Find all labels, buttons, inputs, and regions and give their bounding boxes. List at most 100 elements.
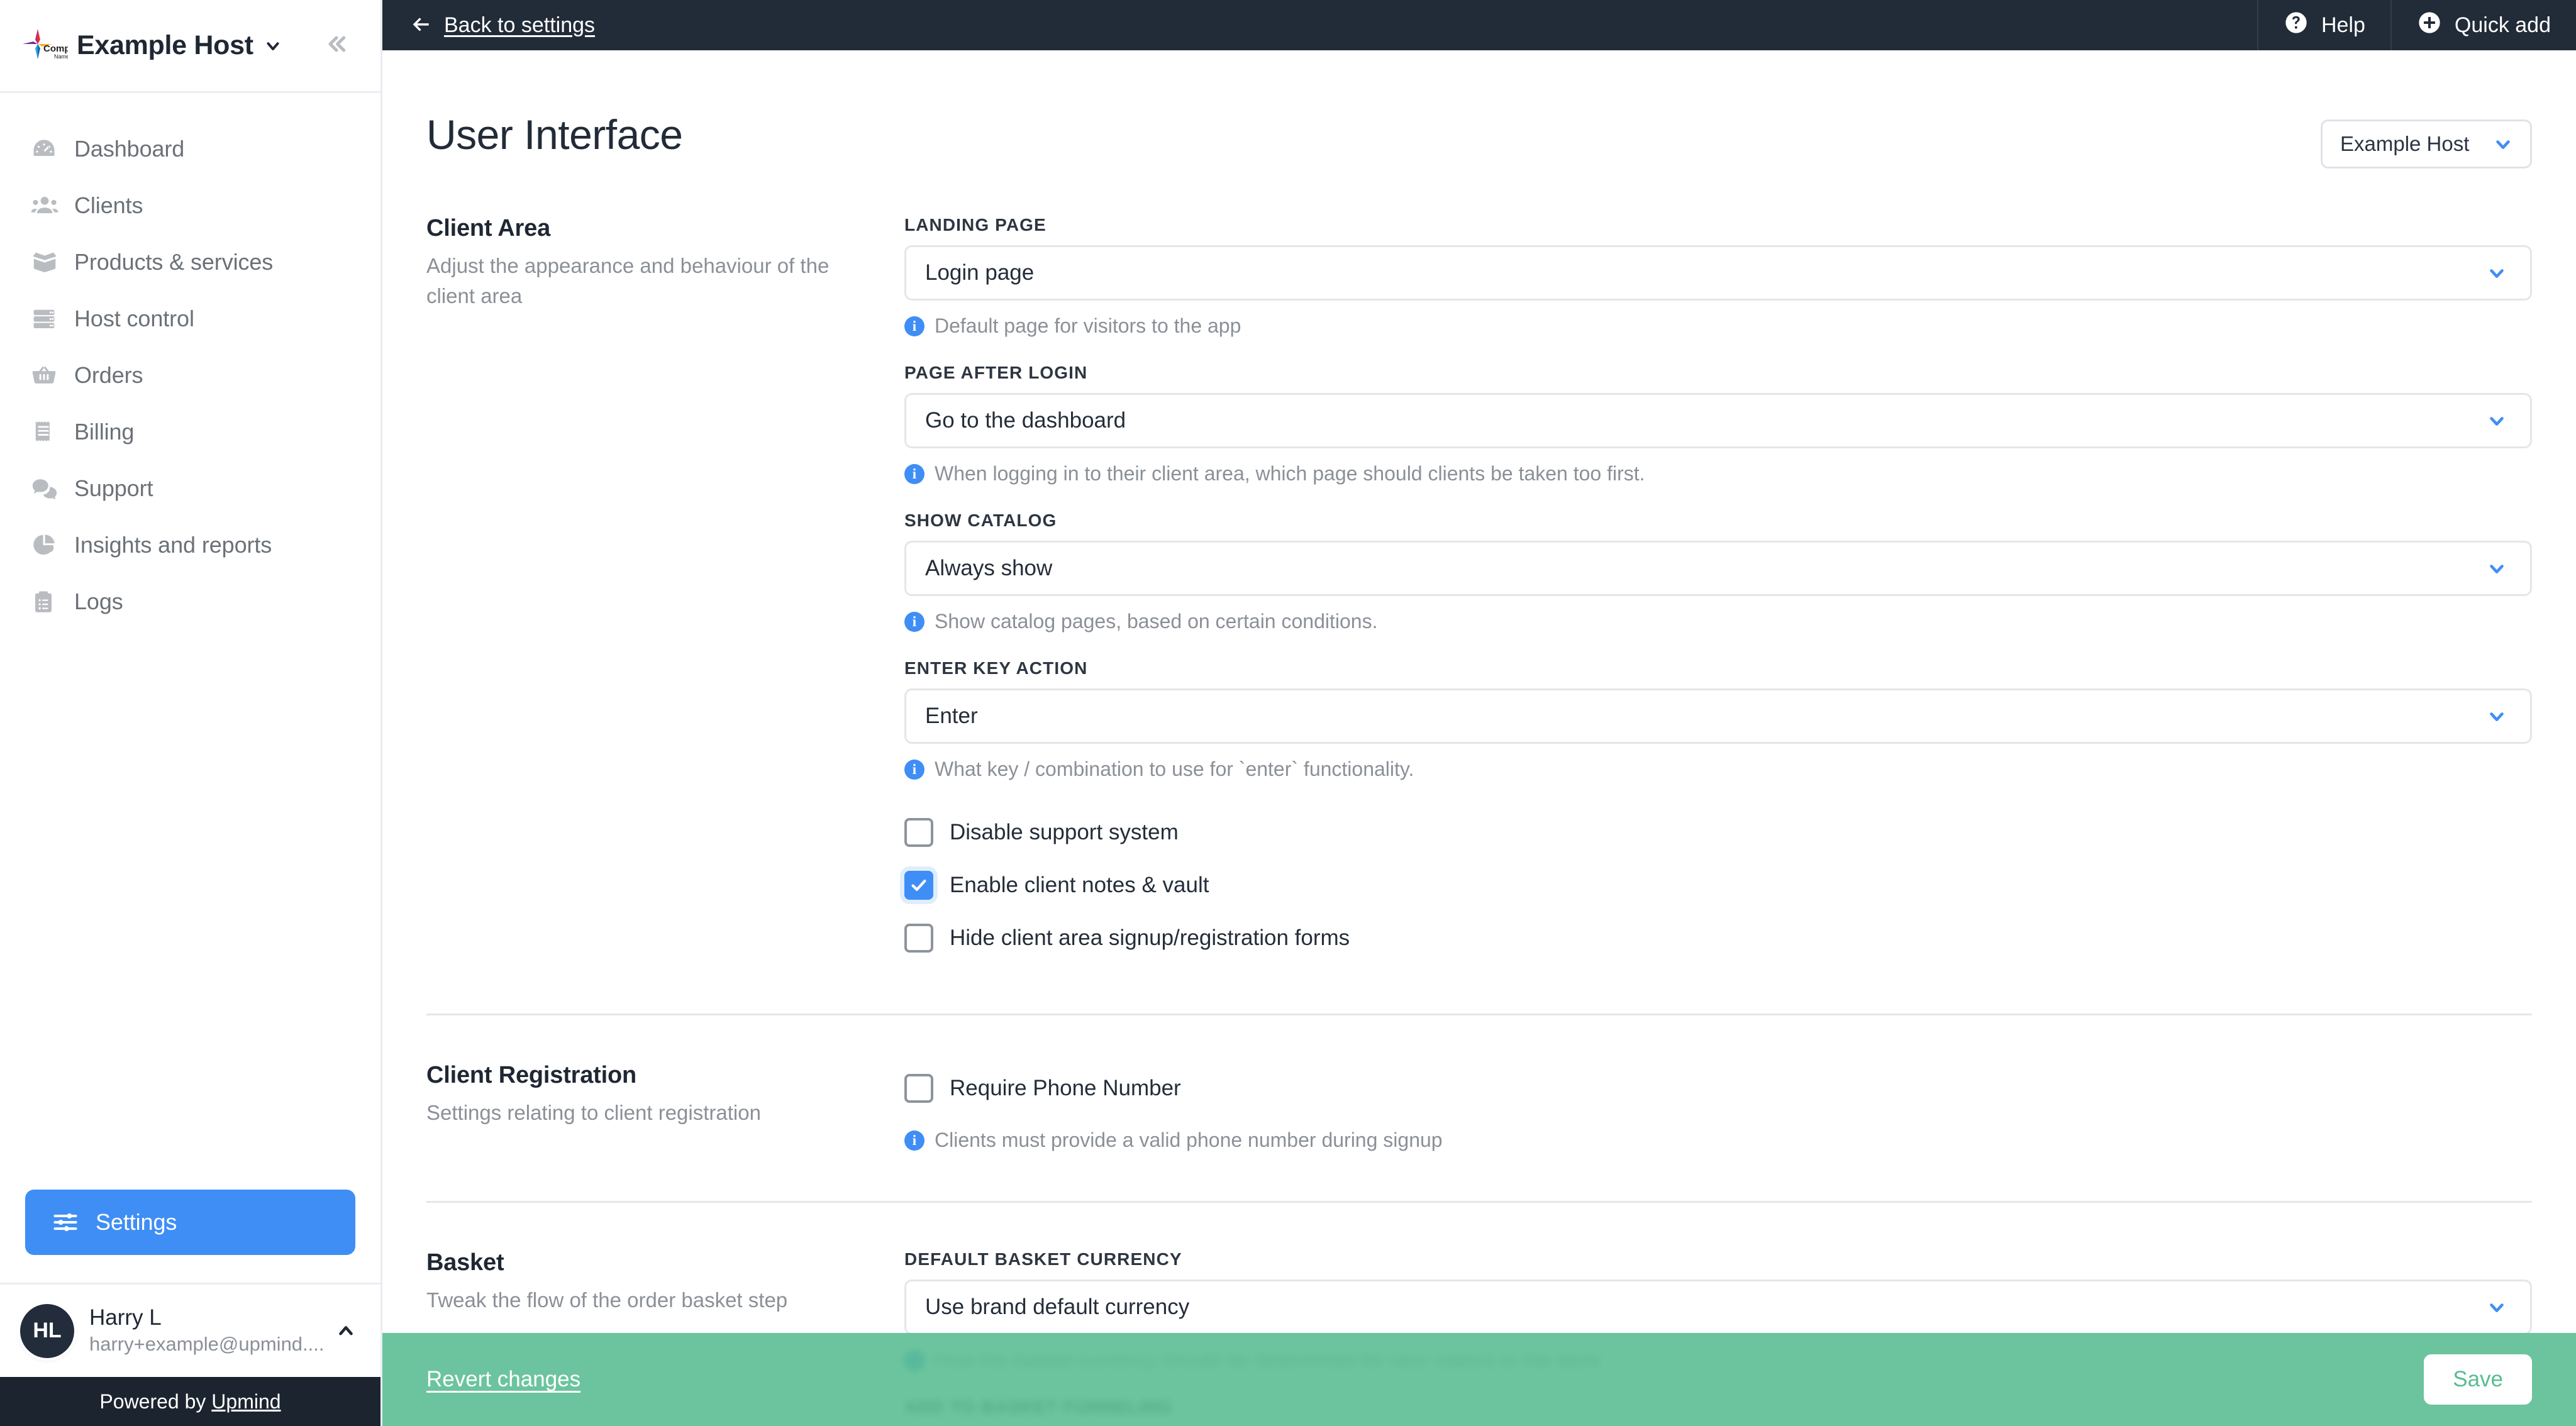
users-icon bbox=[30, 191, 65, 220]
field-label: LANDING PAGE bbox=[904, 215, 1046, 235]
field-page-after-login: PAGE AFTER LOGIN Go to the dashboard i W… bbox=[904, 363, 2532, 485]
info-icon: i bbox=[904, 316, 924, 336]
sidebar-item-dashboard[interactable]: Dashboard bbox=[0, 121, 380, 177]
receipt-icon bbox=[30, 419, 65, 445]
basket-icon bbox=[30, 362, 65, 389]
company-star-logo-icon: Company Name bbox=[21, 26, 87, 65]
section-title: Client Area bbox=[426, 215, 551, 241]
sidebar-item-label: Logs bbox=[74, 589, 123, 614]
select-value: Enter bbox=[925, 704, 978, 728]
quick-add-button[interactable]: Quick add bbox=[2390, 0, 2576, 50]
clipboard-list-icon bbox=[30, 589, 65, 615]
sidebar-item-label: Support bbox=[74, 475, 153, 501]
sidebar-item-settings[interactable]: Settings bbox=[25, 1190, 355, 1255]
field-hint: i Clients must provide a valid phone num… bbox=[904, 1129, 2532, 1152]
user-name: Harry L bbox=[89, 1305, 162, 1330]
checkbox-label: Require Phone Number bbox=[950, 1076, 1181, 1100]
field-hint: i Default page for visitors to the app bbox=[904, 314, 2532, 338]
landing-page-select[interactable]: Login page bbox=[904, 245, 2532, 301]
user-email: harry+example@upmind.... bbox=[89, 1333, 325, 1356]
upmind-link[interactable]: Upmind bbox=[211, 1390, 280, 1413]
field-show-catalog: SHOW CATALOG Always show i Show catalog … bbox=[904, 511, 2532, 633]
topbar-left: Back to settings bbox=[382, 0, 595, 50]
hint-text: Clients must provide a valid phone numbe… bbox=[935, 1129, 1443, 1151]
plus-circle-icon bbox=[2417, 10, 2442, 41]
select-value: Go to the dashboard bbox=[925, 408, 1126, 433]
sidebar-item-logs[interactable]: Logs bbox=[0, 573, 380, 630]
field-landing-page: LANDING PAGE Login page i Default page f… bbox=[904, 215, 2532, 338]
select-value: Always show bbox=[925, 556, 1053, 580]
sidebar-item-orders[interactable]: Orders bbox=[0, 347, 380, 404]
settings-label: Settings bbox=[96, 1209, 177, 1235]
hint-text: When logging in to their client area, wh… bbox=[935, 462, 1645, 485]
page-after-login-select[interactable]: Go to the dashboard bbox=[904, 393, 2532, 448]
chevron-down-icon bbox=[2486, 558, 2507, 579]
field-label: SHOW CATALOG bbox=[904, 511, 1057, 530]
save-button[interactable]: Save bbox=[2424, 1354, 2532, 1405]
hint-text: Default page for visitors to the app bbox=[935, 314, 1241, 337]
brand-header[interactable]: Company Name Example Host bbox=[0, 0, 380, 93]
select-value: Use brand default currency bbox=[925, 1295, 1190, 1319]
checkbox-enable-client-notes-vault[interactable]: Enable client notes & vault bbox=[904, 859, 2532, 912]
svg-text:Name: Name bbox=[54, 53, 68, 60]
powered-by-text: Powered by bbox=[99, 1390, 206, 1413]
settings-button-wrapper: Settings bbox=[0, 1190, 380, 1283]
back-to-settings-link[interactable]: Back to settings bbox=[444, 13, 595, 38]
pie-chart-icon bbox=[30, 531, 65, 559]
checkbox-disable-support-system[interactable]: Disable support system bbox=[904, 806, 2532, 859]
sidebar: Company Name Example Host Dashboard bbox=[0, 0, 382, 1426]
checkbox-box bbox=[904, 871, 933, 900]
sidebar-item-label: Billing bbox=[74, 419, 135, 445]
checkbox-label: Enable client notes & vault bbox=[950, 873, 1209, 897]
chevron-down-icon bbox=[2486, 1296, 2507, 1318]
sidebar-item-host-control[interactable]: Host control bbox=[0, 290, 380, 347]
section-description: Tweak the flow of the order basket step bbox=[426, 1288, 788, 1312]
chevron-double-left-icon bbox=[324, 31, 349, 60]
sidebar-item-products-services[interactable]: Products & services bbox=[0, 234, 380, 290]
hint-text: What key / combination to use for `enter… bbox=[935, 758, 1414, 780]
sidebar-item-label: Host control bbox=[74, 306, 194, 331]
user-meta: Harry L harry+example@upmind.... bbox=[89, 1304, 325, 1357]
section-description: Settings relating to client registration bbox=[426, 1101, 761, 1124]
info-icon: i bbox=[904, 463, 924, 484]
checkbox-box bbox=[904, 924, 933, 953]
select-value: Login page bbox=[925, 260, 1035, 285]
field-label: PAGE AFTER LOGIN bbox=[904, 363, 1088, 382]
chevron-down-icon bbox=[2492, 133, 2514, 155]
sidebar-item-label: Clients bbox=[74, 192, 143, 218]
section-title: Basket bbox=[426, 1249, 504, 1276]
settings-content: User Interface Example Host Client Area … bbox=[382, 50, 2576, 1426]
sidebar-item-label: Orders bbox=[74, 362, 143, 388]
chevron-up-icon[interactable] bbox=[335, 1320, 357, 1342]
section-fields: Require Phone Number i Clients must prov… bbox=[904, 1062, 2532, 1152]
section-description: Adjust the appearance and behaviour of t… bbox=[426, 254, 830, 307]
sidebar-nav: Dashboard Clients Products & services Ho… bbox=[0, 93, 380, 1190]
sidebar-item-clients[interactable]: Clients bbox=[0, 177, 380, 234]
sidebar-collapse-button[interactable] bbox=[318, 27, 355, 65]
enter-key-action-select[interactable]: Enter bbox=[904, 688, 2532, 744]
host-selector-value: Example Host bbox=[2340, 132, 2470, 155]
field-hint: i What key / combination to use for `ent… bbox=[904, 758, 2532, 781]
revert-changes-link[interactable]: Revert changes bbox=[426, 1367, 580, 1392]
chevron-down-icon bbox=[2486, 410, 2507, 431]
checkbox-hide-client-area-signup-forms[interactable]: Hide client area signup/registration for… bbox=[904, 912, 2532, 964]
open-box-icon bbox=[30, 248, 65, 277]
help-button[interactable]: Help bbox=[2257, 0, 2390, 50]
show-catalog-select[interactable]: Always show bbox=[904, 541, 2532, 596]
sidebar-item-support[interactable]: Support bbox=[0, 460, 380, 517]
checkbox-box bbox=[904, 1074, 933, 1103]
sidebar-item-insights-and-reports[interactable]: Insights and reports bbox=[0, 517, 380, 573]
chat-bubbles-icon bbox=[30, 474, 65, 503]
svg-text:Company: Company bbox=[43, 43, 68, 54]
topbar: Back to settings Help Quick add bbox=[382, 0, 2576, 50]
brand-name: Example Host bbox=[77, 30, 253, 60]
sections-list: Client Area Adjust the appearance and be… bbox=[382, 169, 2576, 1426]
sidebar-item-billing[interactable]: Billing bbox=[0, 404, 380, 460]
host-selector[interactable]: Example Host bbox=[2321, 119, 2532, 169]
field-enter-key-action: ENTER KEY ACTION Enter i What key / comb… bbox=[904, 658, 2532, 781]
chevron-down-icon bbox=[264, 36, 282, 55]
user-profile-row[interactable]: HL Harry L harry+example@upmind.... bbox=[0, 1283, 380, 1377]
checkbox-require-phone-number[interactable]: Require Phone Number bbox=[904, 1062, 2532, 1115]
server-icon bbox=[30, 305, 65, 333]
default-basket-currency-select[interactable]: Use brand default currency bbox=[904, 1280, 2532, 1335]
